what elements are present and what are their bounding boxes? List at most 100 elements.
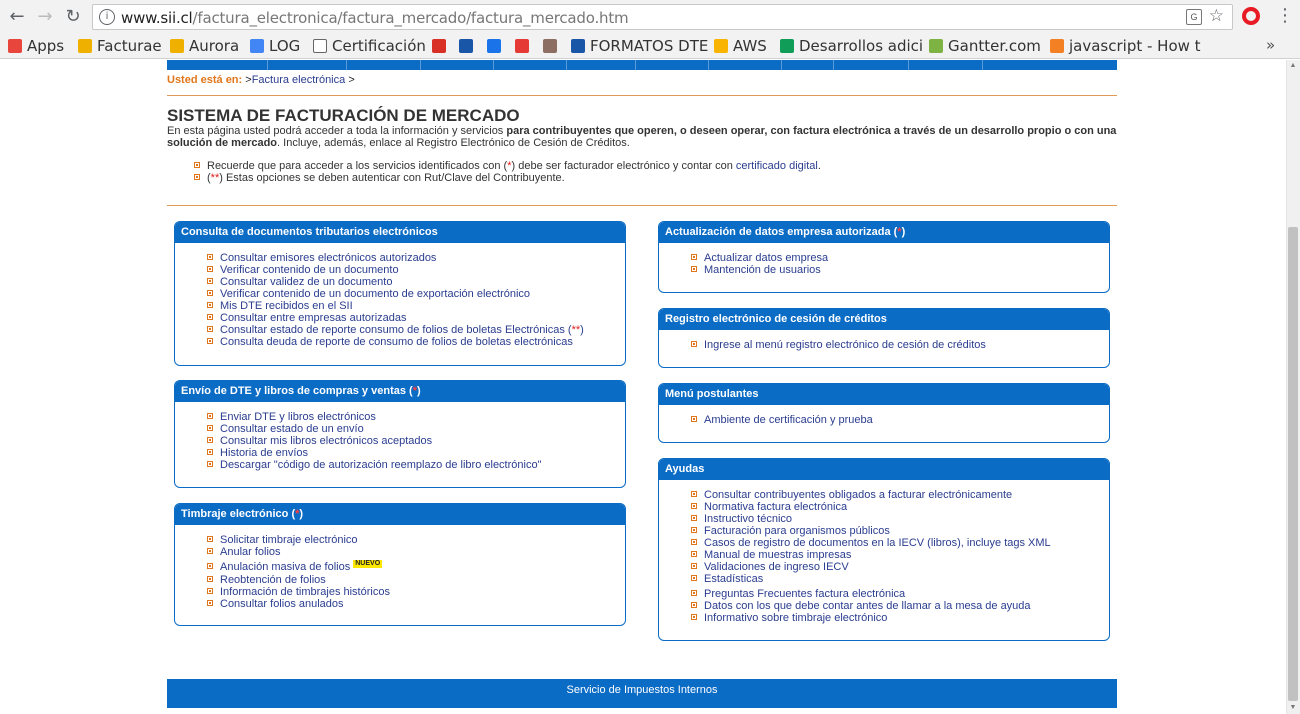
list-item-link[interactable]: Consultar emisores electrónicos autoriza… — [220, 252, 436, 264]
breadcrumb-link-factura[interactable]: Factura electrónica — [252, 74, 346, 86]
scroll-down-arrow-icon[interactable]: ▼ — [1289, 704, 1297, 711]
list-item-link[interactable]: Consultar folios anulados — [220, 598, 344, 610]
list-item[interactable]: Ingrese al menú registro electrónico de … — [659, 339, 1109, 351]
bookmark-item[interactable] — [432, 36, 451, 56]
list-item[interactable]: Consultar estado de reporte consumo de f… — [175, 324, 625, 336]
list-item[interactable]: Información de timbrajes históricos — [175, 586, 625, 598]
scroll-up-arrow-icon[interactable]: ▲ — [1289, 62, 1297, 69]
list-item-link[interactable]: Actualizar datos empresa — [704, 252, 828, 264]
list-item[interactable]: Estadísticas — [659, 573, 1109, 585]
list-item-link[interactable]: Enviar DTE y libros electrónicos — [220, 411, 376, 423]
list-item-link[interactable]: Manual de muestras impresas — [704, 549, 851, 561]
bookmarks-overflow-icon[interactable]: » — [1266, 36, 1275, 54]
list-item[interactable]: Reobtención de folios — [175, 574, 625, 586]
list-item[interactable]: Mis DTE recibidos en el SII — [175, 300, 625, 312]
list-item-link[interactable]: Consulta deuda de reporte de consumo de … — [220, 336, 573, 348]
list-item[interactable]: Instructivo técnico — [659, 513, 1109, 525]
bookmark-item[interactable]: Desarrollos adici — [780, 36, 923, 56]
translate-icon[interactable]: G — [1186, 9, 1202, 25]
list-item[interactable]: Solicitar timbraje electrónico — [175, 534, 625, 546]
list-item-link[interactable]: Consultar contribuyentes obligados a fac… — [704, 489, 1012, 501]
bookmark-item[interactable] — [487, 36, 506, 56]
list-item-link[interactable]: Facturación para organismos públicos — [704, 525, 890, 537]
bookmark-item[interactable]: Certificación — [313, 36, 426, 56]
list-item-link[interactable]: Solicitar timbraje electrónico — [220, 534, 358, 546]
list-item[interactable]: Consultar emisores electrónicos autoriza… — [175, 252, 625, 264]
opera-extension-icon[interactable] — [1242, 7, 1260, 25]
list-item[interactable]: Consulta deuda de reporte de consumo de … — [175, 336, 625, 348]
list-item[interactable]: Consultar mis libros electrónicos acepta… — [175, 435, 625, 447]
list-item-link[interactable]: Reobtención de folios — [220, 574, 326, 586]
list-item-link[interactable]: Casos de registro de documentos en la IE… — [704, 537, 1051, 549]
reload-icon[interactable]: ↻ — [62, 6, 84, 28]
browser-menu-icon[interactable]: ⋮ — [1276, 4, 1294, 28]
bookmark-item[interactable]: javascript - How t — [1050, 36, 1201, 56]
bookmark-item[interactable]: LOG — [250, 36, 300, 56]
list-item-link[interactable]: Anular folios — [220, 546, 281, 558]
list-item[interactable]: Consultar folios anulados — [175, 598, 625, 610]
list-item-link[interactable]: Consultar entre empresas autorizadas — [220, 312, 406, 324]
list-item[interactable]: Consultar estado de un envío — [175, 423, 625, 435]
list-item[interactable]: Verificar contenido de un documento de e… — [175, 288, 625, 300]
box-title-text: Envío de DTE y libros de compras y venta… — [181, 385, 413, 397]
list-item[interactable]: Anular folios — [175, 546, 625, 558]
bookmark-item[interactable]: Apps — [8, 36, 64, 56]
scrollbar-thumb[interactable] — [1288, 227, 1298, 701]
list-item-link[interactable]: Verificar contenido de un documento de e… — [220, 288, 530, 300]
certificado-digital-link[interactable]: certificado digital — [736, 160, 818, 172]
list-item-link[interactable]: Consultar estado de reporte consumo de f… — [220, 324, 572, 336]
list-item[interactable]: Enviar DTE y libros electrónicos — [175, 411, 625, 423]
list-item-link[interactable]: Instructivo técnico — [704, 513, 792, 525]
list-item-link[interactable]: Anulación masiva de folios — [220, 561, 350, 573]
bookmark-item[interactable]: Facturae — [78, 36, 162, 56]
list-item-link[interactable]: Consultar mis libros electrónicos acepta… — [220, 435, 432, 447]
back-arrow-icon[interactable]: ← — [6, 6, 28, 28]
list-item[interactable]: Manual de muestras impresas — [659, 549, 1109, 561]
list-item[interactable]: Anulación masiva de folios NUEVO — [175, 560, 625, 574]
list-item[interactable]: Descargar "código de autorización reempl… — [175, 459, 625, 471]
list-item[interactable]: Consultar validez de un documento — [175, 276, 625, 288]
bookmark-item[interactable] — [459, 36, 478, 56]
list-item[interactable]: Consultar contribuyentes obligados a fac… — [659, 489, 1109, 501]
list-item-link[interactable]: Ambiente de certificación y prueba — [704, 414, 873, 426]
list-item[interactable]: Validaciones de ingreso IECV — [659, 561, 1109, 573]
list-item-link[interactable]: Verificar contenido de un documento — [220, 264, 399, 276]
list-item-link[interactable]: Ingrese al menú registro electrónico de … — [704, 339, 986, 351]
list-item[interactable]: Preguntas Frecuentes factura electrónica — [659, 588, 1109, 600]
bookmark-item[interactable]: Aurora — [170, 36, 239, 56]
list-item-link[interactable]: Consultar estado de un envío — [220, 423, 364, 435]
list-item[interactable]: Consultar entre empresas autorizadas — [175, 312, 625, 324]
list-item[interactable]: Datos con los que debe contar antes de l… — [659, 600, 1109, 612]
list-item-link[interactable]: Validaciones de ingreso IECV — [704, 561, 849, 573]
list-item-link[interactable]: Consultar validez de un documento — [220, 276, 392, 288]
list-item-link[interactable]: Mis DTE recibidos en el SII — [220, 300, 353, 312]
list-item[interactable]: Verificar contenido de un documento — [175, 264, 625, 276]
list-item[interactable]: Normativa factura electrónica — [659, 501, 1109, 513]
bookmark-star-icon[interactable]: ☆ — [1209, 6, 1224, 26]
bookmark-item[interactable]: FORMATOS DTE — [571, 36, 708, 56]
address-url[interactable]: www.sii.cl/factura_electronica/factura_m… — [121, 9, 629, 27]
list-item-link[interactable]: Preguntas Frecuentes factura electrónica — [704, 588, 905, 600]
bookmark-item[interactable] — [543, 36, 562, 56]
list-item-link[interactable]: Normativa factura electrónica — [704, 501, 847, 513]
bookmark-item[interactable]: Gantter.com — [929, 36, 1041, 56]
list-item[interactable]: Mantención de usuarios — [659, 264, 1109, 276]
address-bar[interactable]: i www.sii.cl/factura_electronica/factura… — [92, 4, 1233, 30]
list-item[interactable]: Casos de registro de documentos en la IE… — [659, 537, 1109, 549]
list-item-link[interactable]: Descargar "código de autorización reempl… — [220, 459, 541, 471]
list-item[interactable]: Actualizar datos empresa — [659, 252, 1109, 264]
list-item[interactable]: Historia de envíos — [175, 447, 625, 459]
list-item-link[interactable]: Mantención de usuarios — [704, 264, 821, 276]
forward-arrow-icon[interactable]: → — [34, 6, 56, 28]
list-item[interactable]: Facturación para organismos públicos — [659, 525, 1109, 537]
list-item[interactable]: Ambiente de certificación y prueba — [659, 414, 1109, 426]
list-item-link[interactable]: Historia de envíos — [220, 447, 308, 459]
list-item[interactable]: Informativo sobre timbraje electrónico — [659, 612, 1109, 624]
bookmark-item[interactable]: AWS — [714, 36, 767, 56]
list-item-link[interactable]: Estadísticas — [704, 573, 763, 585]
bookmark-item[interactable] — [515, 36, 534, 56]
list-item-link[interactable]: Información de timbrajes históricos — [220, 586, 390, 598]
info-icon[interactable]: i — [99, 9, 115, 25]
list-item-link[interactable]: Informativo sobre timbraje electrónico — [704, 612, 887, 624]
list-item-link[interactable]: Datos con los que debe contar antes de l… — [704, 600, 1031, 612]
